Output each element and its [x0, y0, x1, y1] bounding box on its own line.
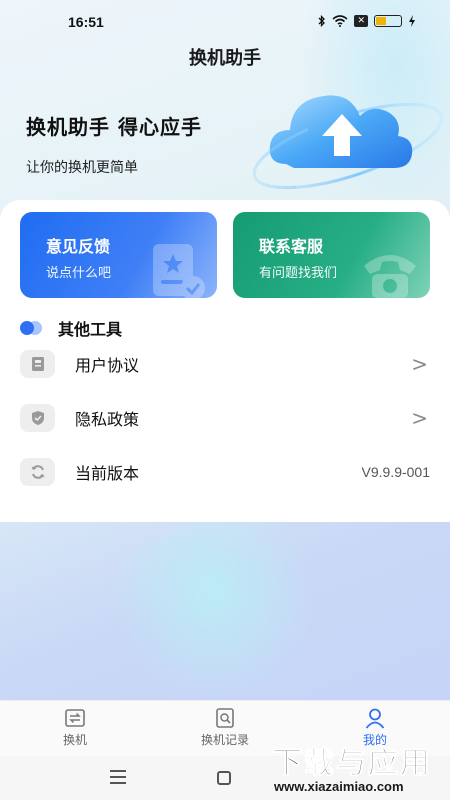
feedback-title: 意见反馈 — [46, 237, 111, 256]
menu-label: 当前版本 — [75, 464, 140, 483]
watermark: 下载与应用 www.xiazaimiao.com — [272, 738, 448, 800]
bluetooth-icon — [318, 15, 326, 27]
tab-switch[interactable]: 换机 — [0, 707, 150, 748]
chevron-right-icon: > — [411, 406, 428, 430]
version-value: V9.9.9-001 — [361, 464, 431, 480]
menu-item-current-version[interactable]: 当前版本 V9.9.9-001 — [20, 456, 430, 488]
tab-label: 换机 — [62, 733, 87, 747]
other-tools-header: 其他工具 — [20, 316, 122, 340]
menu-label: 隐私政策 — [75, 410, 140, 429]
telephone-icon — [364, 255, 416, 298]
feedback-desc: 说点什么吧 — [46, 266, 112, 281]
status-bar: 16:51 ✕ — [0, 0, 450, 44]
wifi-icon — [332, 15, 348, 27]
menu-item-privacy-policy[interactable]: 隐私政策 > — [20, 402, 430, 434]
hero-title: 换机助手 得心应手 — [26, 115, 202, 139]
watermark-url: www.xiazaimiao.com — [274, 779, 404, 794]
home-icon[interactable] — [217, 771, 231, 785]
menu-icon[interactable] — [110, 770, 126, 788]
feedback-doc-icon — [153, 244, 205, 298]
chevron-right-icon: > — [411, 352, 428, 376]
battery-level — [376, 17, 387, 25]
watermark-title: 下载与应用 — [272, 746, 432, 782]
status-time: 16:51 — [68, 14, 104, 30]
feedback-card[interactable]: 意见反馈 说点什么吧 — [20, 212, 217, 298]
hero-subtitle: 让你的换机更简单 — [26, 160, 138, 176]
menu-item-user-agreement[interactable]: 用户协议 > — [20, 348, 430, 380]
shield-check-icon — [20, 404, 55, 432]
agreement-book-icon — [20, 350, 55, 378]
refresh-icon — [20, 458, 55, 486]
record-search-icon — [216, 708, 234, 728]
section-title: 其他工具 — [58, 320, 123, 339]
customer-service-desc: 有问题找我们 — [259, 266, 338, 281]
section-dots-icon — [20, 320, 44, 336]
switch-phone-icon — [65, 709, 85, 727]
charging-bolt-icon — [409, 15, 415, 27]
no-sim-icon: ✕ — [354, 15, 368, 27]
customer-service-title: 联系客服 — [259, 237, 324, 256]
main-card: 意见反馈 说点什么吧 联系客服 有问题找我们 其他工具 用户协议 > 隐私政策 … — [0, 200, 450, 522]
cloud-upload-icon — [252, 95, 444, 190]
person-icon — [365, 708, 385, 729]
background-streak — [91, 486, 349, 734]
tab-label: 换机记录 — [200, 733, 249, 747]
menu-label: 用户协议 — [75, 356, 140, 375]
battery-icon — [374, 15, 402, 27]
status-icons: ✕ — [318, 15, 416, 27]
customer-service-card[interactable]: 联系客服 有问题找我们 — [233, 212, 430, 298]
